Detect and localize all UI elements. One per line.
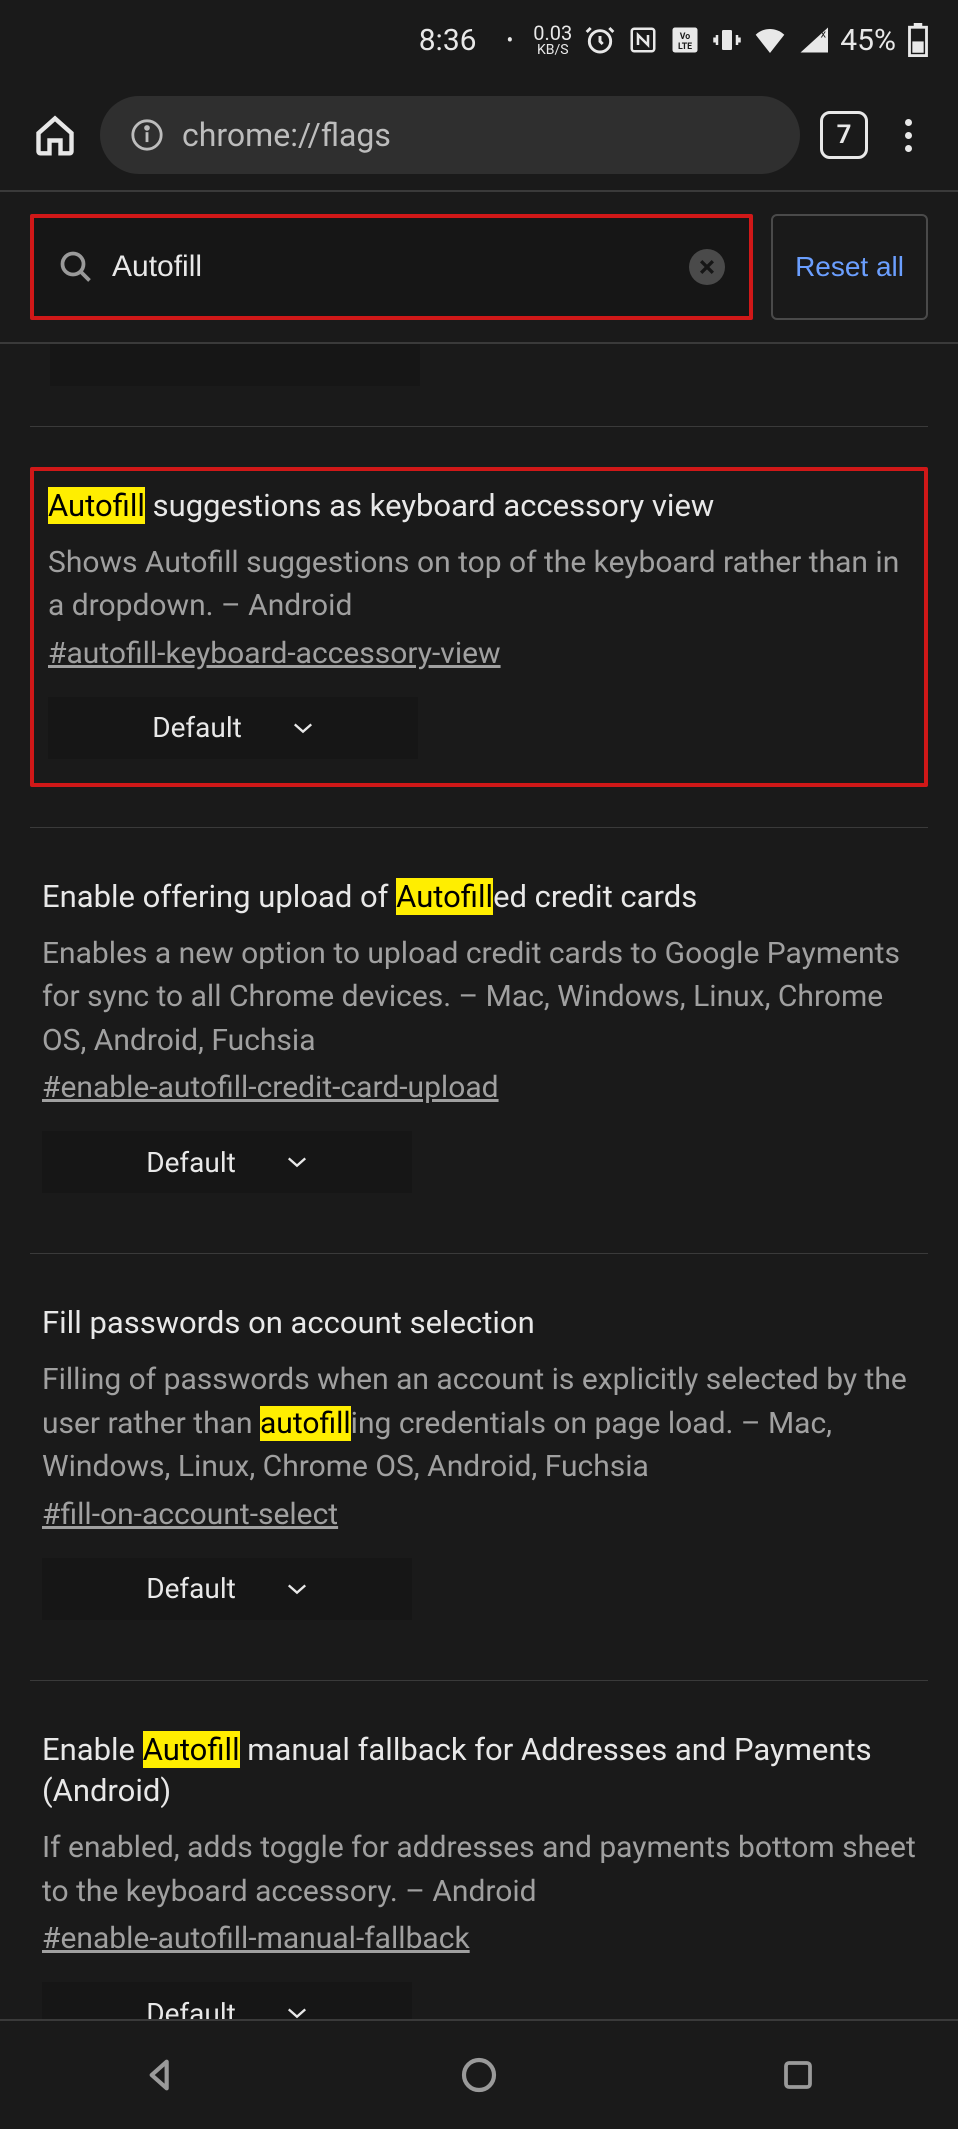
flag-description: Filling of passwords when an account is … (42, 1358, 916, 1489)
flag-description: If enabled, adds toggle for addresses an… (42, 1826, 916, 1913)
alarm-icon (584, 24, 616, 56)
flag-select[interactable]: Default (42, 1131, 412, 1193)
tab-count[interactable]: 7 (820, 111, 868, 159)
svg-text:LTE: LTE (678, 42, 692, 52)
reset-all-button[interactable]: Reset all (771, 214, 928, 320)
chevron-down-icon (286, 1155, 308, 1169)
system-nav-bar (0, 2019, 958, 2129)
flag-item: Enable Autofill manual fallback for Addr… (30, 1721, 928, 2065)
svg-text:Vo: Vo (680, 32, 691, 42)
flag-select[interactable]: Default (48, 697, 418, 759)
chevron-down-icon (292, 721, 314, 735)
search-icon (58, 249, 94, 285)
info-icon (130, 118, 164, 152)
nfc-icon (628, 25, 658, 55)
url-bar[interactable]: chrome://flags (100, 96, 800, 174)
search-highlight: Autofill (48, 487, 145, 524)
wifi-icon (754, 27, 786, 53)
status-kbs: 0.03 KB/S (533, 23, 572, 57)
battery-pct: 45% (840, 23, 896, 58)
flag-title: Enable offering upload of Autofilled cre… (42, 876, 916, 918)
flag-select-partial[interactable] (50, 344, 420, 386)
flag-description: Shows Autofill suggestions on top of the… (48, 541, 910, 628)
search-box (30, 214, 753, 320)
status-separator: • (507, 28, 514, 52)
flag-title: Enable Autofill manual fallback for Addr… (42, 1729, 916, 1813)
flags-list: Autofill suggestions as keyboard accesso… (0, 344, 958, 2064)
chevron-down-icon (286, 1582, 308, 1596)
volte-icon: VoLTE (670, 25, 700, 55)
svg-text:x: x (821, 28, 827, 41)
more-menu-icon[interactable] (888, 119, 928, 152)
flag-select-value: Default (152, 711, 242, 744)
divider (30, 1253, 928, 1254)
home-icon[interactable] (30, 110, 80, 160)
url-text: chrome://flags (182, 116, 391, 154)
status-time: 8:36 (419, 23, 477, 58)
flag-anchor-link[interactable]: #fill-on-account-select (42, 1497, 338, 1532)
flag-select[interactable]: Default (42, 1558, 412, 1620)
flag-select-value: Default (146, 1572, 236, 1605)
flag-item: Fill passwords on account selection Filli… (30, 1294, 928, 1639)
flag-title: Fill passwords on account selection (42, 1302, 916, 1344)
recents-icon[interactable] (768, 2045, 828, 2105)
search-highlight: Autofill (396, 878, 493, 915)
divider (30, 1680, 928, 1681)
signal-icon: x (798, 27, 828, 53)
divider (30, 827, 928, 828)
home-nav-icon[interactable] (449, 2045, 509, 2105)
status-bar: 8:36 • 0.03 KB/S VoLTE x 45% (0, 0, 958, 80)
divider (30, 426, 928, 427)
back-icon[interactable] (130, 2045, 190, 2105)
flag-anchor-link[interactable]: #enable-autofill-credit-card-upload (42, 1070, 499, 1105)
browser-bar: chrome://flags 7 (0, 80, 958, 190)
search-highlight: autofill (260, 1406, 351, 1441)
flag-item: Autofill suggestions as keyboard accesso… (30, 467, 928, 787)
flag-select-value: Default (146, 1146, 236, 1179)
flag-title: Autofill suggestions as keyboard accesso… (48, 485, 910, 527)
flag-description: Enables a new option to upload credit ca… (42, 932, 916, 1063)
flag-anchor-link[interactable]: #autofill-keyboard-accessory-view (48, 636, 501, 671)
search-input[interactable] (112, 250, 671, 284)
clear-search-icon[interactable] (689, 249, 725, 285)
search-section: Reset all (0, 190, 958, 344)
search-highlight: Autofill (143, 1731, 240, 1768)
battery-icon (908, 23, 928, 57)
vibrate-icon (712, 25, 742, 55)
flag-anchor-link[interactable]: #enable-autofill-manual-fallback (42, 1921, 470, 1956)
flag-item: Enable offering upload of Autofilled cre… (30, 868, 928, 1213)
